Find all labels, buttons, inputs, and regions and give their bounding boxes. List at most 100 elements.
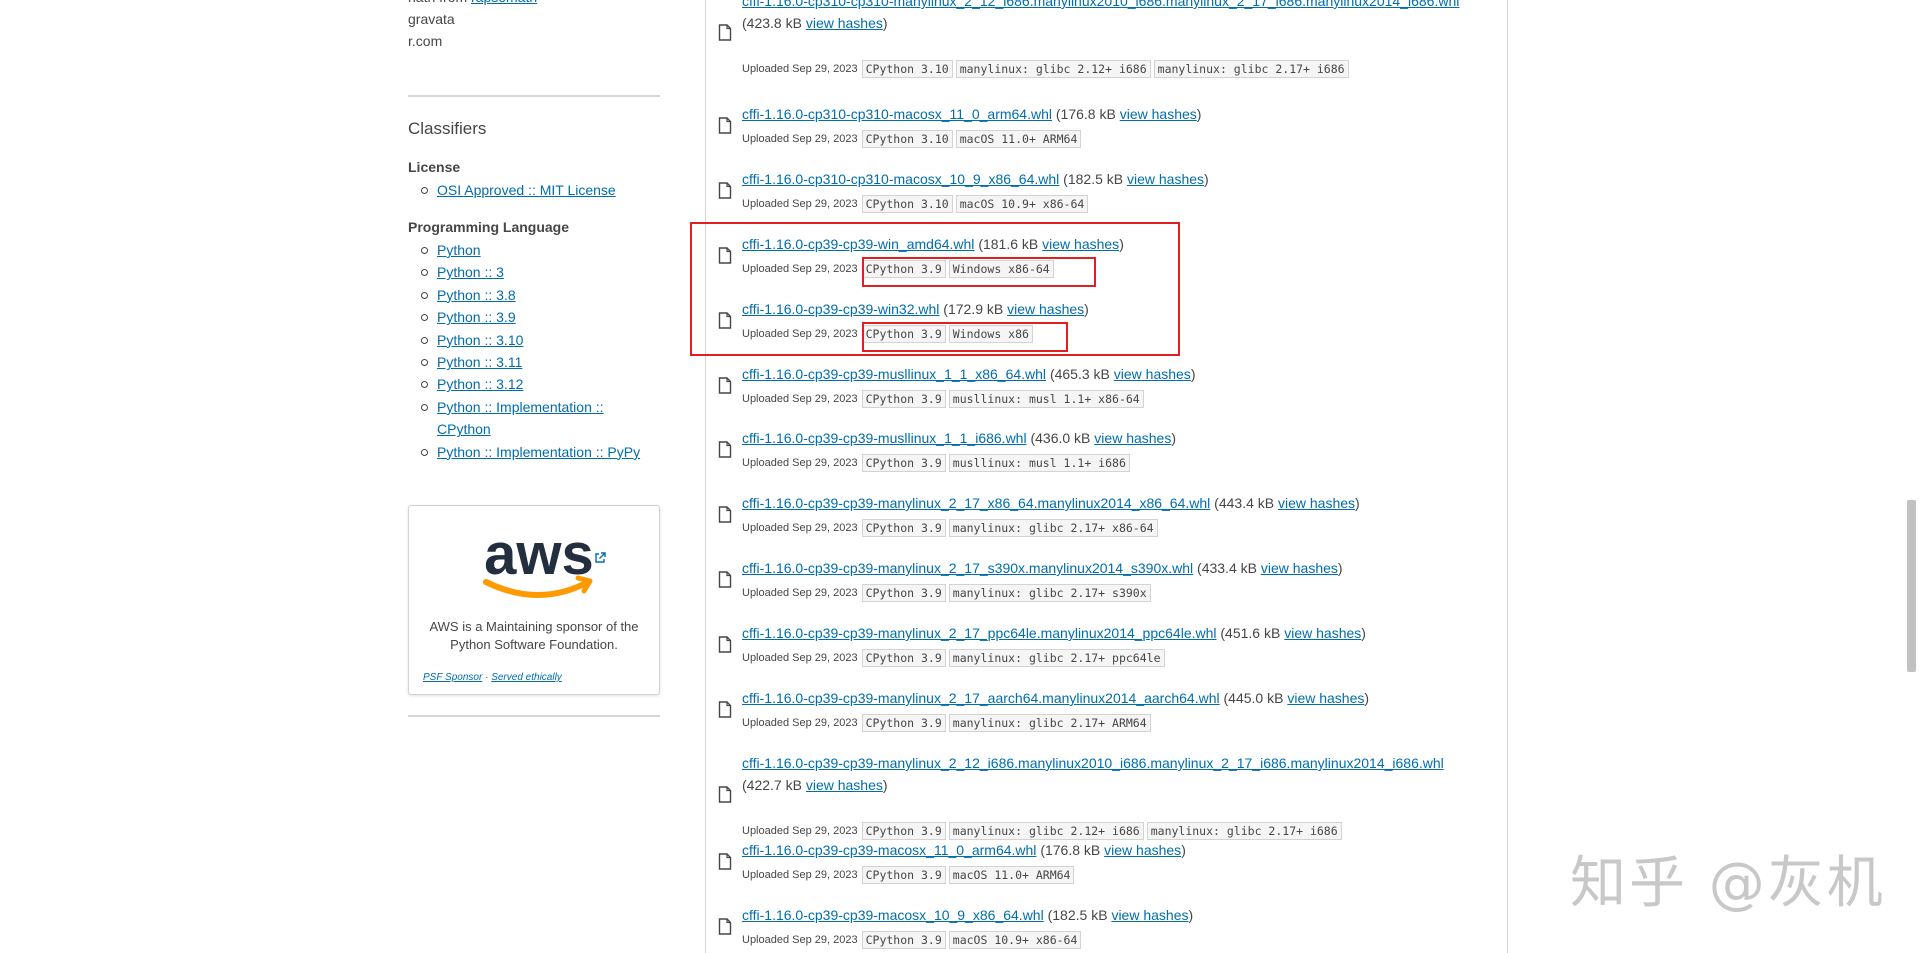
file-row: cffi-1.16.0-cp39-cp39-macosx_10_9_x86_64… — [718, 904, 1498, 953]
programming-language-list: PythonPython :: 3Python :: 3.8Python :: … — [420, 239, 656, 463]
file-line: cffi-1.16.0-cp39-cp39-manylinux_2_17_aar… — [742, 687, 1369, 709]
scrollbar-thumb[interactable] — [1907, 500, 1916, 672]
file-line: cffi-1.16.0-cp39-cp39-manylinux_2_17_ppc… — [742, 622, 1366, 644]
view-hashes-link[interactable]: view hashes — [1114, 366, 1191, 382]
language-classifier-item: Python :: Implementation :: PyPy — [420, 441, 656, 463]
file-line: cffi-1.16.0-cp39-cp39-musllinux_1_1_x86_… — [742, 363, 1195, 385]
wheel-tag: manylinux: glibc 2.17+ ARM64 — [948, 714, 1151, 732]
file-row: cffi-1.16.0-cp39-cp39-manylinux_2_12_i68… — [718, 752, 1498, 840]
wheel-tag: CPython 3.9 — [861, 584, 946, 602]
file-download-link[interactable]: cffi-1.16.0-cp39-cp39-manylinux_2_12_i68… — [742, 755, 1444, 771]
file-line: cffi-1.16.0-cp39-cp39-manylinux_2_12_i68… — [742, 752, 1482, 796]
file-download-link[interactable]: cffi-1.16.0-cp39-cp39-macosx_10_9_x86_64… — [742, 907, 1044, 923]
file-row: cffi-1.16.0-cp39-cp39-macosx_11_0_arm64.… — [718, 839, 1498, 899]
file-download-link[interactable]: cffi-1.16.0-cp310-cp310-manylinux_2_12_i… — [742, 0, 1459, 9]
file-meta: Uploaded Sep 29, 2023 CPython 3.10 macOS 1… — [742, 195, 1091, 213]
language-classifier-link[interactable]: Python :: 3.12 — [437, 376, 523, 392]
wheel-tag: manylinux: glibc 2.17+ i686 — [1153, 60, 1349, 78]
psf-sponsor-link[interactable]: PSF Sponsor — [423, 672, 482, 683]
view-hashes-link[interactable]: view hashes — [806, 777, 883, 793]
wheel-tag: CPython 3.10 — [861, 130, 953, 148]
language-classifier-link[interactable]: Python :: Implementation :: PyPy — [437, 444, 640, 460]
language-classifier-link[interactable]: Python :: 3.9 — [437, 309, 516, 325]
license-classifier-item: OSI Approved :: MIT License — [420, 179, 616, 201]
view-hashes-link[interactable]: view hashes — [1127, 171, 1204, 187]
language-classifier-item: Python :: 3 — [420, 261, 656, 283]
author-link[interactable]: rapsomath — [471, 0, 537, 8]
wheel-tag: macOS 11.0+ ARM64 — [948, 866, 1075, 884]
view-hashes-link[interactable]: view hashes — [1120, 106, 1197, 122]
aws-logo[interactable]: aws — [464, 516, 614, 606]
language-classifier-link[interactable]: Python :: 3 — [437, 264, 504, 280]
language-classifier-link[interactable]: Python :: Implementation :: CPython — [437, 399, 604, 437]
file-size-close: ) — [1337, 560, 1343, 576]
wheel-tag: CPython 3.9 — [861, 454, 946, 472]
view-hashes-link[interactable]: view hashes — [806, 15, 883, 31]
wheel-tag: musllinux: musl 1.1+ i686 — [948, 454, 1130, 472]
wheel-tag: manylinux: glibc 2.17+ ppc64le — [948, 649, 1165, 667]
upload-date: Uploaded Sep 29, 2023 — [742, 717, 858, 729]
classifiers-title: Classifiers — [408, 119, 487, 138]
file-meta: Uploaded Sep 29, 2023 CPython 3.10 macOS 1… — [742, 130, 1084, 148]
wheel-tag: CPython 3.10 — [861, 60, 953, 78]
view-hashes-link[interactable]: view hashes — [1104, 842, 1181, 858]
file-download-link[interactable]: cffi-1.16.0-cp39-cp39-musllinux_1_1_x86_… — [742, 366, 1046, 382]
language-classifier-item: Python :: 3.9 — [420, 306, 656, 328]
highlight-box-tags-win32 — [862, 322, 1068, 352]
wheel-tag: CPython 3.9 — [861, 714, 946, 732]
vertical-scrollbar[interactable] — [1903, 0, 1920, 953]
language-classifier-link[interactable]: Python :: 3.10 — [437, 332, 523, 348]
divider — [408, 715, 660, 717]
upload-date: Uploaded Sep 29, 2023 — [742, 934, 858, 946]
language-classifier-item: Python :: 3.11 — [420, 351, 656, 373]
language-classifier-link[interactable]: Python :: 3.11 — [437, 354, 522, 370]
file-download-link[interactable]: cffi-1.16.0-cp39-cp39-macosx_11_0_arm64.… — [742, 842, 1036, 858]
file-download-link[interactable]: cffi-1.16.0-cp39-cp39-manylinux_2_17_ppc… — [742, 625, 1217, 641]
wheel-tag: macOS 11.0+ ARM64 — [955, 130, 1082, 148]
file-download-link[interactable]: cffi-1.16.0-cp310-cp310-macosx_10_9_x86_… — [742, 171, 1059, 187]
file-download-link[interactable]: cffi-1.16.0-cp39-cp39-musllinux_1_1_i686… — [742, 430, 1027, 446]
highlight-box-tags-win-amd64 — [862, 257, 1096, 287]
file-meta: Uploaded Sep 29, 2023 CPython 3.9 macOS 10… — [742, 931, 1084, 949]
file-size: (182.5 kB — [1063, 171, 1124, 187]
file-size: (422.7 kB — [742, 777, 802, 793]
language-classifier-link[interactable]: Python :: 3.8 — [437, 287, 516, 303]
upload-date: Uploaded Sep 29, 2023 — [742, 522, 858, 534]
view-hashes-link[interactable]: view hashes — [1111, 907, 1188, 923]
wheel-tag: CPython 3.9 — [861, 390, 946, 408]
divider — [408, 95, 660, 97]
file-meta: Uploaded Sep 29, 2023 CPython 3.9 musllinu… — [742, 454, 1133, 472]
language-classifier-item: Python — [420, 239, 656, 261]
file-row: cffi-1.16.0-cp39-cp39-manylinux_2_17_ppc… — [718, 622, 1498, 682]
author-email-text: hath from gravata r.com — [408, 0, 467, 49]
sponsor-box: aws AWS is a Maintaining sponsor of the … — [408, 505, 660, 695]
wheel-tag: manylinux: glibc 2.17+ x86-64 — [948, 519, 1158, 537]
view-hashes-link[interactable]: view hashes — [1261, 560, 1338, 576]
language-classifier-item: Python :: 3.8 — [420, 284, 656, 306]
view-hashes-link[interactable]: view hashes — [1284, 625, 1361, 641]
upload-date: Uploaded Sep 29, 2023 — [742, 198, 858, 210]
wheel-tag: manylinux: glibc 2.12+ i686 — [948, 822, 1144, 840]
sponsor-separator: · — [485, 672, 489, 683]
file-size-close: ) — [1355, 495, 1360, 511]
file-download-link[interactable]: cffi-1.16.0-cp39-cp39-manylinux_2_17_x86… — [742, 495, 1210, 511]
file-row: cffi-1.16.0-cp310-cp310-macosx_10_9_x86_… — [718, 168, 1498, 228]
file-download-link[interactable]: cffi-1.16.0-cp39-cp39-manylinux_2_17_s39… — [742, 560, 1193, 576]
file-size: (423.8 kB — [742, 15, 802, 31]
file-meta: Uploaded Sep 29, 2023 CPython 3.10 manylin… — [742, 60, 1352, 78]
license-classifier-link[interactable]: OSI Approved :: MIT License — [437, 182, 616, 198]
file-meta: Uploaded Sep 29, 2023 CPython 3.9 manylinu… — [742, 649, 1168, 667]
file-download-link[interactable]: cffi-1.16.0-cp39-cp39-manylinux_2_17_aar… — [742, 690, 1220, 706]
file-meta: Uploaded Sep 29, 2023 CPython 3.9 manylinu… — [742, 822, 1345, 840]
language-classifier-link[interactable]: Python — [437, 242, 481, 258]
file-size-close: ) — [1204, 171, 1209, 187]
view-hashes-link[interactable]: view hashes — [1287, 690, 1364, 706]
view-hashes-link[interactable]: view hashes — [1278, 495, 1355, 511]
upload-date: Uploaded Sep 29, 2023 — [742, 652, 858, 664]
served-ethically-link[interactable]: Served ethically — [491, 672, 562, 683]
wheel-tag: manylinux: glibc 2.17+ s390x — [948, 584, 1151, 602]
view-hashes-link[interactable]: view hashes — [1094, 430, 1171, 446]
file-download-link[interactable]: cffi-1.16.0-cp310-cp310-macosx_11_0_arm6… — [742, 106, 1052, 122]
file-size: (176.8 kB — [1040, 842, 1101, 858]
file-icon — [718, 441, 732, 458]
